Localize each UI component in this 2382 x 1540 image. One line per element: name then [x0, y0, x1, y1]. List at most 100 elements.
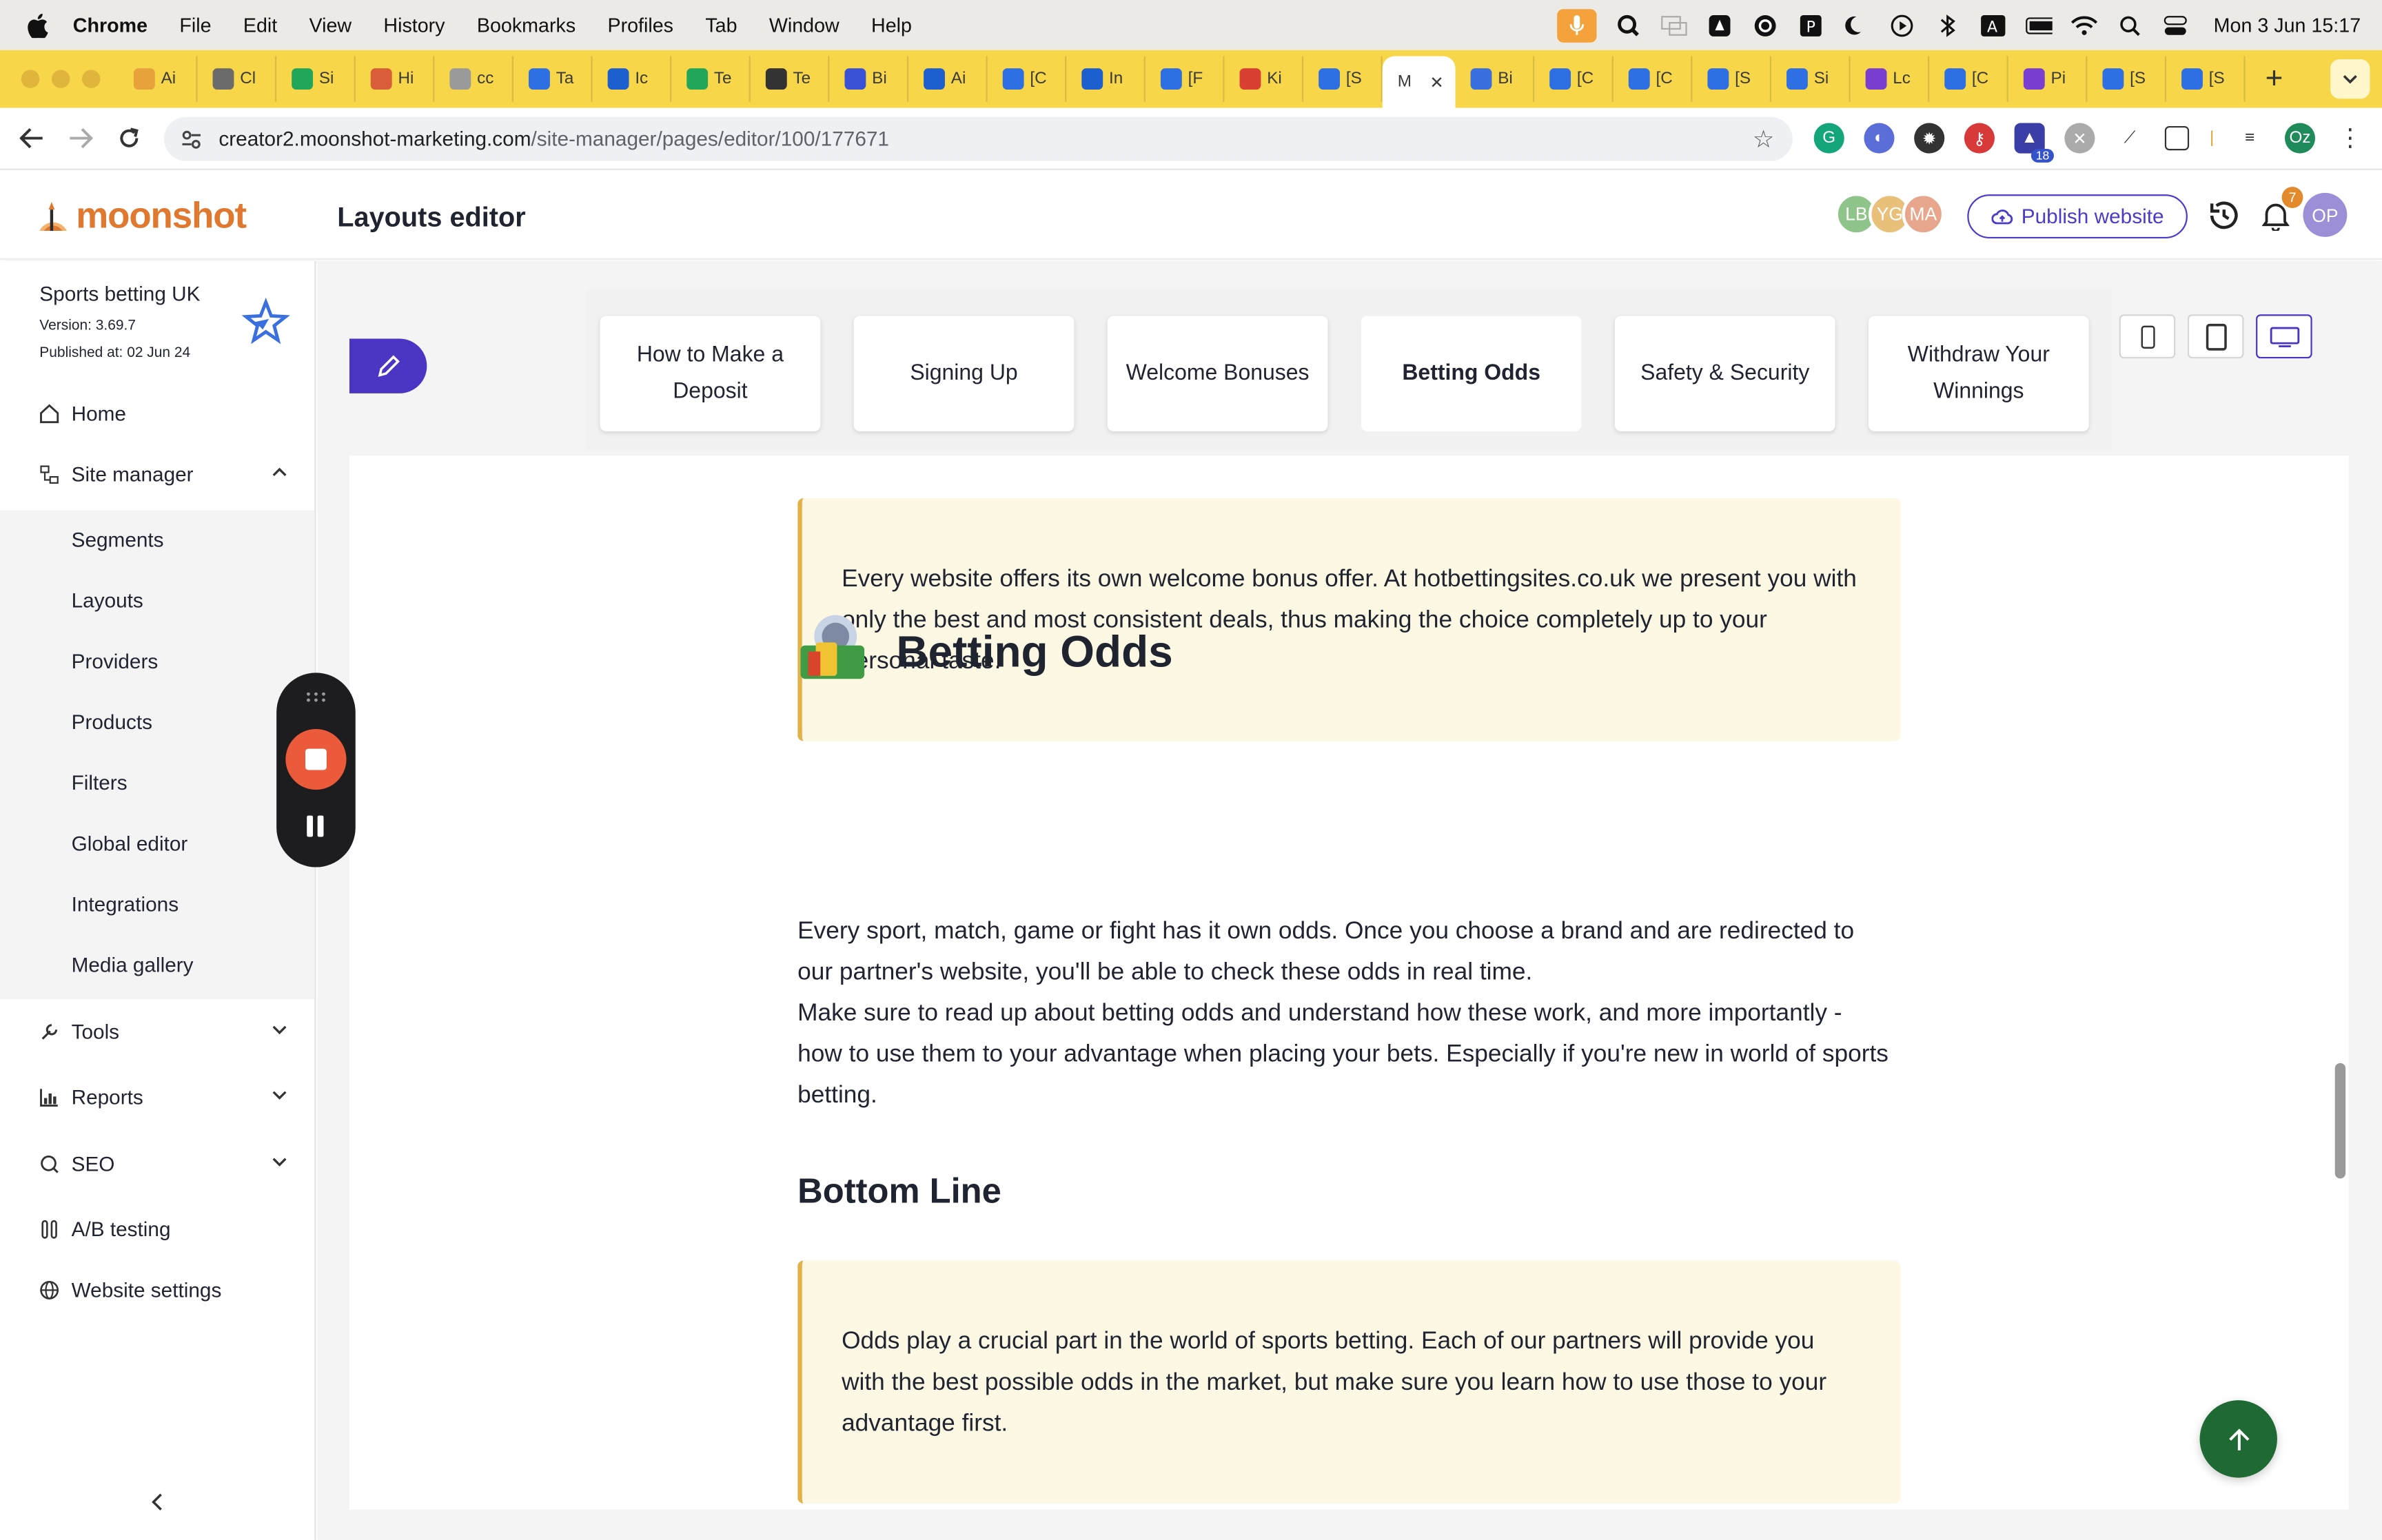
menu-history[interactable]: History [383, 14, 445, 37]
profile-avatar[interactable]: Oz [2284, 123, 2316, 154]
desktop-preview-button[interactable] [2256, 314, 2312, 359]
forward-arrow-icon[interactable] [64, 121, 97, 154]
sidebar-subitem-filters[interactable]: Filters [72, 772, 128, 794]
browser-tab[interactable]: [F [1146, 56, 1225, 102]
sidebar-subitem-providers[interactable]: Providers [72, 650, 159, 673]
key-extension-icon[interactable]: ⚷ [1964, 123, 1995, 154]
browser-menu-icon[interactable]: ⋮ [2334, 123, 2365, 154]
browser-tab[interactable]: Cl [198, 56, 277, 102]
close-window-button[interactable] [21, 70, 40, 88]
browser-tab[interactable]: Hi [356, 56, 435, 102]
graduation-cap-extension-icon[interactable]: ▲ 18 [2014, 123, 2054, 163]
tab-betting-odds[interactable]: Betting Odds [1361, 316, 1582, 431]
browser-tab[interactable]: Ic [593, 56, 672, 102]
menu-app-name[interactable]: Chrome [73, 14, 147, 37]
settings-gear-extension-icon[interactable]: ✹ [1914, 123, 1945, 154]
sidebar-subitem-products[interactable]: Products [72, 711, 152, 734]
history-icon[interactable] [2206, 198, 2242, 234]
sidebar-subitem-segments[interactable]: Segments [72, 528, 164, 551]
apple-menu-icon[interactable] [24, 12, 52, 39]
browser-tab[interactable]: Si [276, 56, 356, 102]
browser-tab[interactable]: [C [1534, 56, 1614, 102]
sidebar-item-tools[interactable]: Tools [0, 1004, 314, 1058]
tab-safety-and-security[interactable]: Safety & Security [1614, 316, 1835, 431]
browser-tab[interactable]: Pi [2008, 56, 2088, 102]
sidebar-subitem-layouts[interactable]: Layouts [72, 589, 143, 612]
browser-tab[interactable]: Si [1771, 56, 1851, 102]
menu-file[interactable]: File [179, 14, 211, 37]
mobile-preview-button[interactable] [2119, 314, 2176, 359]
control-center-icon[interactable] [2162, 12, 2190, 39]
tab-welcome-bonuses[interactable]: Welcome Bonuses [1107, 316, 1328, 431]
avatar[interactable]: MA [1902, 192, 1945, 236]
browser-tab[interactable]: [C [1929, 56, 2008, 102]
browser-tab[interactable]: [S [1303, 56, 1383, 102]
sidebar-item-seo[interactable]: SEO [0, 1136, 314, 1191]
browser-tab[interactable]: Ki [1225, 56, 1304, 102]
blocked-extension-icon[interactable]: ✕ [2064, 123, 2095, 154]
bookmark-star-icon[interactable]: ☆ [1753, 125, 1775, 155]
pause-recording-button[interactable] [307, 815, 325, 837]
tools-extension-icon[interactable]: ⟋ [2115, 123, 2146, 154]
zoom-window-button[interactable] [82, 70, 101, 88]
browser-tab[interactable]: Ai [908, 56, 988, 102]
menu-window[interactable]: Window [769, 14, 839, 37]
minimize-window-button[interactable] [51, 70, 70, 88]
reload-icon[interactable] [112, 121, 145, 154]
browser-tab[interactable]: In [1066, 56, 1146, 102]
puzzle-extensions-icon[interactable] [2164, 125, 2190, 151]
wifi-icon[interactable] [2070, 12, 2098, 39]
browser-tab[interactable]: cc [434, 56, 513, 102]
menubar-clock[interactable]: Mon 3 Jun 15:17 [2214, 14, 2361, 37]
password-extension-icon[interactable]: ◐ [1864, 123, 1895, 154]
bluetooth-icon[interactable] [1934, 12, 1962, 39]
battery-icon[interactable] [2025, 12, 2053, 39]
collapse-sidebar-icon[interactable] [147, 1491, 169, 1512]
sidebar-item-ab-testing[interactable]: A/B testing [0, 1201, 314, 1255]
menu-bookmarks[interactable]: Bookmarks [477, 14, 576, 37]
tab-how-to-make-a-deposit[interactable]: How to Make a Deposit [600, 316, 821, 431]
browser-tab[interactable]: Ta [513, 56, 593, 102]
tab-search-button[interactable] [2330, 59, 2370, 99]
sidebar-item-website-settings[interactable]: Website settings [0, 1262, 314, 1317]
browser-tab[interactable]: [C [988, 56, 1067, 102]
keyboard-input-icon[interactable]: A [1979, 12, 2007, 39]
browser-tab-active[interactable]: M ✕ [1382, 56, 1456, 108]
browser-tab[interactable]: [S [1692, 56, 1771, 102]
notifications-bell-icon[interactable]: 7 [2257, 187, 2303, 234]
sidebar-subitem-integrations[interactable]: Integrations [72, 893, 179, 916]
microphone-icon[interactable] [1557, 8, 1597, 42]
sidebar-item-site-manager[interactable]: Site manager [0, 446, 314, 501]
back-arrow-icon[interactable] [15, 121, 48, 154]
sidebar-subitem-media-gallery[interactable]: Media gallery [72, 954, 194, 976]
search-extension-icon[interactable] [1615, 12, 1642, 39]
scroll-to-top-button[interactable] [2199, 1400, 2277, 1478]
browser-tab[interactable]: Te [671, 56, 751, 102]
new-tab-button[interactable]: + [2254, 59, 2294, 99]
menu-edit[interactable]: Edit [243, 14, 277, 37]
address-bar[interactable]: creator2.moonshot-marketing.com/site-man… [164, 116, 1793, 161]
menu-profiles[interactable]: Profiles [607, 14, 673, 37]
moonshot-logo[interactable]: moonshot [35, 196, 247, 238]
play-icon[interactable] [1889, 12, 1916, 39]
site-star-icon[interactable] [241, 298, 290, 347]
user-avatar[interactable]: OP [2303, 192, 2348, 237]
screen-mirroring-icon[interactable] [1660, 12, 1688, 39]
drive-icon[interactable] [1707, 12, 1734, 39]
browser-tab[interactable]: Te [751, 56, 830, 102]
browser-tab[interactable]: Ai [119, 56, 198, 102]
browser-tab[interactable]: Bi [829, 56, 909, 102]
menu-view[interactable]: View [309, 14, 352, 37]
menu-tab[interactable]: Tab [705, 14, 737, 37]
sidebar-item-reports[interactable]: Reports [0, 1069, 314, 1124]
scrollbar-thumb[interactable] [2334, 1062, 2346, 1179]
moon-icon[interactable] [1843, 12, 1871, 39]
tab-withdraw-your-winnings[interactable]: Withdraw Your Winnings [1869, 316, 2089, 431]
drag-handle-icon[interactable] [305, 690, 327, 705]
tab-signing-up[interactable]: Signing Up [853, 316, 1075, 431]
grammarly-extension-icon[interactable]: G [1813, 123, 1844, 154]
browser-tab[interactable]: [S [2166, 56, 2246, 102]
browser-tab[interactable]: [C [1614, 56, 1693, 102]
spotlight-icon[interactable] [2117, 12, 2144, 39]
browser-tab[interactable]: Bi [1456, 56, 1535, 102]
